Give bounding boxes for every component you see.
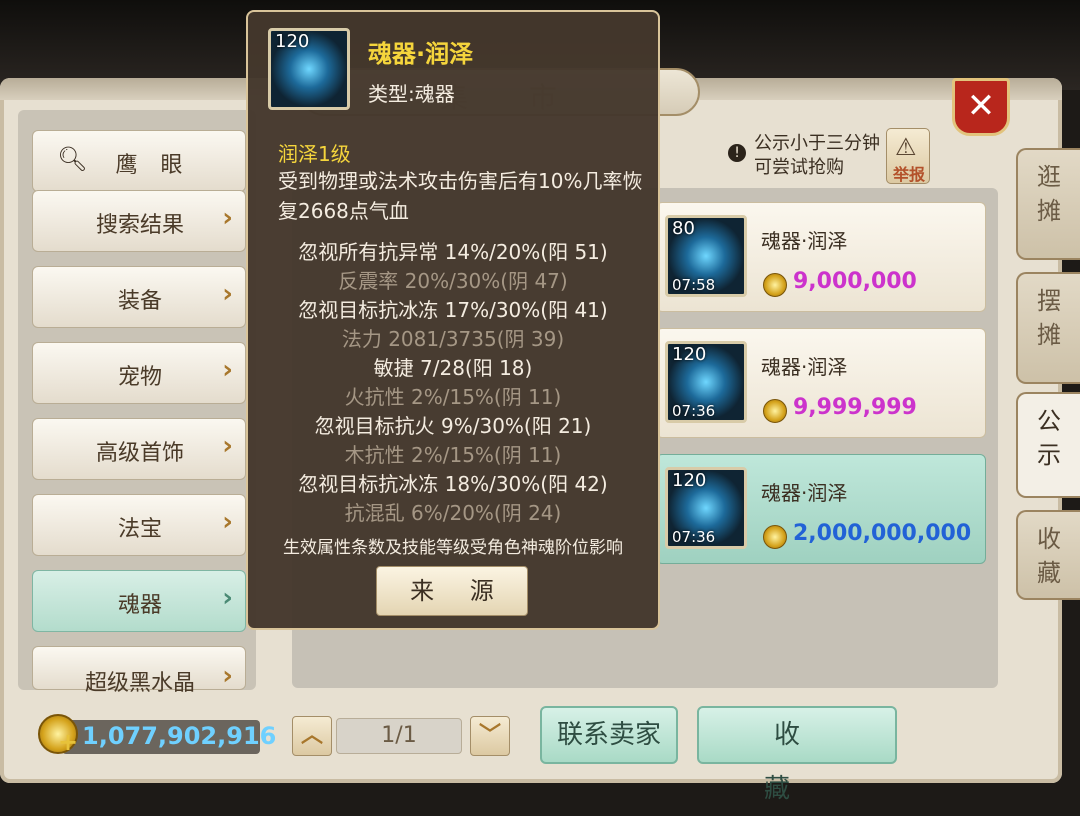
close-icon: ✕ bbox=[966, 86, 996, 126]
chevron-right-icon: › bbox=[222, 507, 233, 537]
sidebar-item-label: 宠物 bbox=[117, 365, 162, 390]
item-icon: 120 07:36 bbox=[665, 341, 747, 423]
report-label: 举报 bbox=[892, 165, 925, 184]
sidebar-item-search-results[interactable]: 搜索结果 › bbox=[32, 190, 246, 252]
coin-icon bbox=[763, 399, 787, 423]
attribute-line: 反震率 20%/30%(阴 47) bbox=[338, 269, 568, 293]
tooltip-note: 生效属性条数及技能等级受角色神魂阶位影响 bbox=[283, 538, 623, 558]
list-item[interactable]: 120 07:36 魂器·润泽 9,999,999 bbox=[656, 328, 986, 438]
chevron-right-icon: › bbox=[222, 583, 233, 613]
notice-text: 公示小于三分钟可尝试抢购 bbox=[754, 133, 880, 178]
chevron-right-icon: › bbox=[222, 661, 233, 691]
tab-label: 公示 bbox=[1037, 407, 1061, 469]
item-price: 2,000,000,000 bbox=[793, 521, 972, 546]
sidebar-item-label: 超级黑水晶 bbox=[84, 671, 195, 696]
info-icon: ! bbox=[728, 144, 746, 162]
soul-vessel-icon: 120 bbox=[268, 28, 350, 110]
tab-stall[interactable]: 摆摊 bbox=[1016, 272, 1080, 384]
close-button[interactable]: ✕ bbox=[952, 78, 1010, 136]
sidebar-item-label: 高级首饰 bbox=[95, 441, 184, 466]
sidebar-item-soul-vessel[interactable]: 魂器 › bbox=[32, 570, 246, 632]
attribute-line: 抗混乱 6%/20%(阴 24) bbox=[344, 501, 562, 525]
item-timer: 07:36 bbox=[672, 528, 716, 546]
list-item-selected[interactable]: 120 07:36 魂器·润泽 2,000,000,000 bbox=[656, 454, 986, 564]
coin-icon bbox=[763, 525, 787, 549]
attribute-line: 火抗性 2%/15%(阴 11) bbox=[344, 385, 562, 409]
sidebar-item-label: 法宝 bbox=[117, 517, 162, 542]
chevron-up-icon: ︿ bbox=[300, 723, 323, 748]
attribute-line: 敏捷 7/28(阳 18) bbox=[373, 356, 533, 380]
tab-label: 摆摊 bbox=[1037, 287, 1061, 349]
tab-browse[interactable]: 逛摊 bbox=[1016, 148, 1080, 260]
tooltip-skill-desc: 受到物理或法术攻击伤害后有10%几率恢复2668点气血 bbox=[278, 169, 643, 223]
sidebar-item-label: 魂器 bbox=[117, 593, 162, 618]
source-button[interactable]: 来 源 bbox=[376, 566, 528, 616]
attribute-line: 法力 2081/3735(阴 39) bbox=[341, 327, 565, 351]
item-price: 9,000,000 bbox=[793, 269, 917, 294]
item-name: 魂器·润泽 bbox=[761, 229, 848, 253]
tooltip-item-type: 类型:魂器 bbox=[368, 82, 455, 106]
attribute-line: 木抗性 2%/15%(阴 11) bbox=[344, 443, 562, 467]
tab-favorites[interactable]: 收藏 bbox=[1016, 510, 1080, 600]
list-item[interactable]: 80 07:58 魂器·润泽 9,000,000 bbox=[656, 202, 986, 312]
sidebar-item-equipment[interactable]: 装备 › bbox=[32, 266, 246, 328]
warning-icon: ⚠ bbox=[895, 133, 917, 161]
search-label: 鹰 眼 bbox=[115, 153, 191, 178]
attribute-line: 忽视目标抗火 9%/30%(阳 21) bbox=[314, 414, 592, 438]
item-level: 80 bbox=[672, 218, 695, 239]
sidebar-item-jewelry[interactable]: 高级首饰 › bbox=[32, 418, 246, 480]
sidebar-item-black-crystal[interactable]: 超级黑水晶 › bbox=[32, 646, 246, 696]
attribute-line: 忽视目标抗冰冻 17%/30%(阳 41) bbox=[298, 298, 608, 322]
eagle-eye-search-button[interactable]: 🔍︎ 鹰 眼 bbox=[32, 130, 246, 192]
page-indicator: 1/1 bbox=[336, 718, 462, 754]
page-down-button[interactable]: ﹀ bbox=[470, 716, 510, 756]
item-icon: 120 07:36 bbox=[665, 467, 747, 549]
tab-label: 逛摊 bbox=[1037, 163, 1061, 225]
item-price: 9,999,999 bbox=[793, 395, 917, 420]
chevron-right-icon: › bbox=[222, 279, 233, 309]
sidebar-item-pets[interactable]: 宠物 › bbox=[32, 342, 246, 404]
tooltip-item-level: 120 bbox=[275, 31, 310, 52]
tooltip-item-name: 魂器·润泽 bbox=[368, 40, 474, 68]
sidebar-item-treasure[interactable]: 法宝 › bbox=[32, 494, 246, 556]
sidebar-item-label: 装备 bbox=[117, 289, 162, 314]
tab-label: 收藏 bbox=[1037, 525, 1061, 587]
chevron-down-icon: ﹀ bbox=[478, 723, 501, 748]
chevron-right-icon: › bbox=[222, 431, 233, 461]
chevron-right-icon: › bbox=[222, 203, 233, 233]
add-gold-icon[interactable]: + bbox=[58, 728, 78, 756]
favorite-button[interactable]: 收 藏 bbox=[697, 706, 897, 804]
item-icon: 80 07:58 bbox=[665, 215, 747, 297]
item-level: 120 bbox=[672, 344, 707, 365]
report-button[interactable]: ⚠ 举报 bbox=[886, 128, 930, 184]
attribute-line: 忽视目标抗冰冻 18%/30%(阳 42) bbox=[298, 472, 608, 496]
gold-amount: 1,077,902,916 bbox=[82, 722, 277, 750]
contact-seller-button[interactable]: 联系卖家 bbox=[540, 706, 678, 764]
coin-icon bbox=[763, 273, 787, 297]
item-name: 魂器·润泽 bbox=[761, 355, 848, 379]
chevron-right-icon: › bbox=[222, 355, 233, 385]
page-up-button[interactable]: ︿ bbox=[292, 716, 332, 756]
item-level: 120 bbox=[672, 470, 707, 491]
item-timer: 07:58 bbox=[672, 276, 716, 294]
tab-public[interactable]: 公示 bbox=[1016, 392, 1080, 498]
tooltip-skill-title: 润泽1级 bbox=[278, 142, 351, 166]
sidebar-item-label: 搜索结果 bbox=[95, 213, 184, 238]
item-timer: 07:36 bbox=[672, 402, 716, 420]
item-name: 魂器·润泽 bbox=[761, 481, 848, 505]
attribute-line: 忽视所有抗异常 14%/20%(阳 51) bbox=[298, 240, 608, 264]
